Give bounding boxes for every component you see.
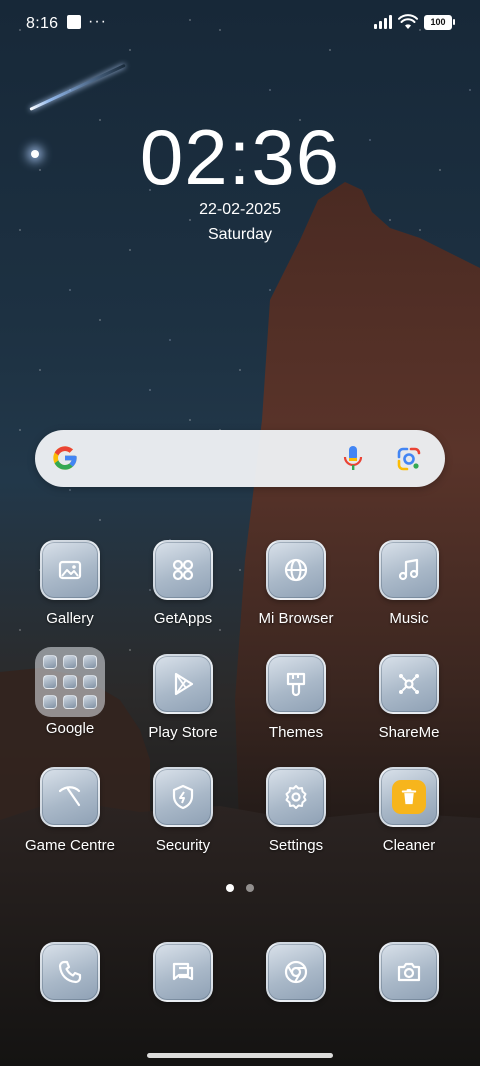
notification-icon	[67, 15, 81, 29]
gallery-icon	[40, 540, 100, 600]
camera-icon	[379, 942, 439, 1002]
status-bar: 8:16 ··· 100	[0, 0, 480, 48]
share-nodes-icon	[379, 654, 439, 714]
app-getapps[interactable]: GetApps	[128, 540, 238, 627]
chrome-icon	[266, 942, 326, 1002]
home-gesture-bar[interactable]	[147, 1053, 333, 1058]
app-gallery[interactable]: Gallery	[15, 540, 125, 627]
folder-google[interactable]: Google	[15, 647, 125, 737]
app-security[interactable]: Security	[128, 767, 238, 854]
app-game-centre[interactable]: Game Centre	[15, 767, 125, 854]
more-notifications-icon: ···	[88, 13, 107, 30]
app-cleaner[interactable]: Cleaner	[354, 767, 464, 854]
app-label: Gallery	[46, 610, 94, 627]
trash-icon	[379, 767, 439, 827]
date-text: 22-02-2025	[199, 201, 281, 218]
folder-icon	[35, 647, 105, 717]
page-indicator[interactable]	[0, 884, 480, 892]
app-label: Themes	[268, 724, 324, 741]
phone-icon	[40, 942, 100, 1002]
app-label: Play Store	[148, 724, 218, 741]
app-label: Settings	[268, 837, 324, 854]
app-settings[interactable]: Settings	[241, 767, 351, 854]
gear-icon	[266, 767, 326, 827]
app-label: ShareMe	[378, 724, 440, 741]
app-label: GetApps	[153, 610, 213, 627]
globe-icon	[266, 540, 326, 600]
app-music[interactable]: Music	[354, 540, 464, 627]
day-text: Saturday	[207, 226, 273, 243]
battery-icon: 100	[424, 14, 455, 30]
signal-icon	[374, 15, 392, 29]
messages-icon	[153, 942, 213, 1002]
app-themes[interactable]: Themes	[241, 654, 351, 741]
app-label: Google	[45, 720, 95, 737]
app-shareme[interactable]: ShareMe	[354, 654, 464, 741]
app-label: Cleaner	[382, 837, 436, 854]
brush-icon	[266, 654, 326, 714]
app-label: Music	[389, 610, 429, 627]
music-note-icon	[379, 540, 439, 600]
page-dot[interactable]	[246, 884, 254, 892]
status-time: 8:16	[26, 15, 59, 32]
page-dot-active[interactable]	[226, 884, 234, 892]
app-label: Game Centre	[24, 837, 116, 854]
play-icon	[153, 654, 213, 714]
wifi-icon	[398, 14, 418, 29]
voice-search-mic-icon[interactable]	[340, 444, 366, 472]
app-label: Security	[155, 837, 211, 854]
google-lens-icon[interactable]	[395, 445, 423, 473]
dock-phone[interactable]	[15, 942, 125, 1002]
app-mi-browser[interactable]: Mi Browser	[241, 540, 351, 627]
app-play-store[interactable]: Play Store	[128, 654, 238, 741]
clock-widget[interactable]: 02:36	[0, 112, 480, 203]
shield-icon	[153, 767, 213, 827]
dock-chrome[interactable]	[241, 942, 351, 1002]
game-icon	[40, 767, 100, 827]
app-label: Mi Browser	[258, 610, 334, 627]
dock-camera[interactable]	[354, 942, 464, 1002]
google-logo-icon	[53, 446, 77, 470]
google-search-bar[interactable]	[35, 430, 445, 487]
dock-messages[interactable]	[128, 942, 238, 1002]
getapps-icon	[153, 540, 213, 600]
